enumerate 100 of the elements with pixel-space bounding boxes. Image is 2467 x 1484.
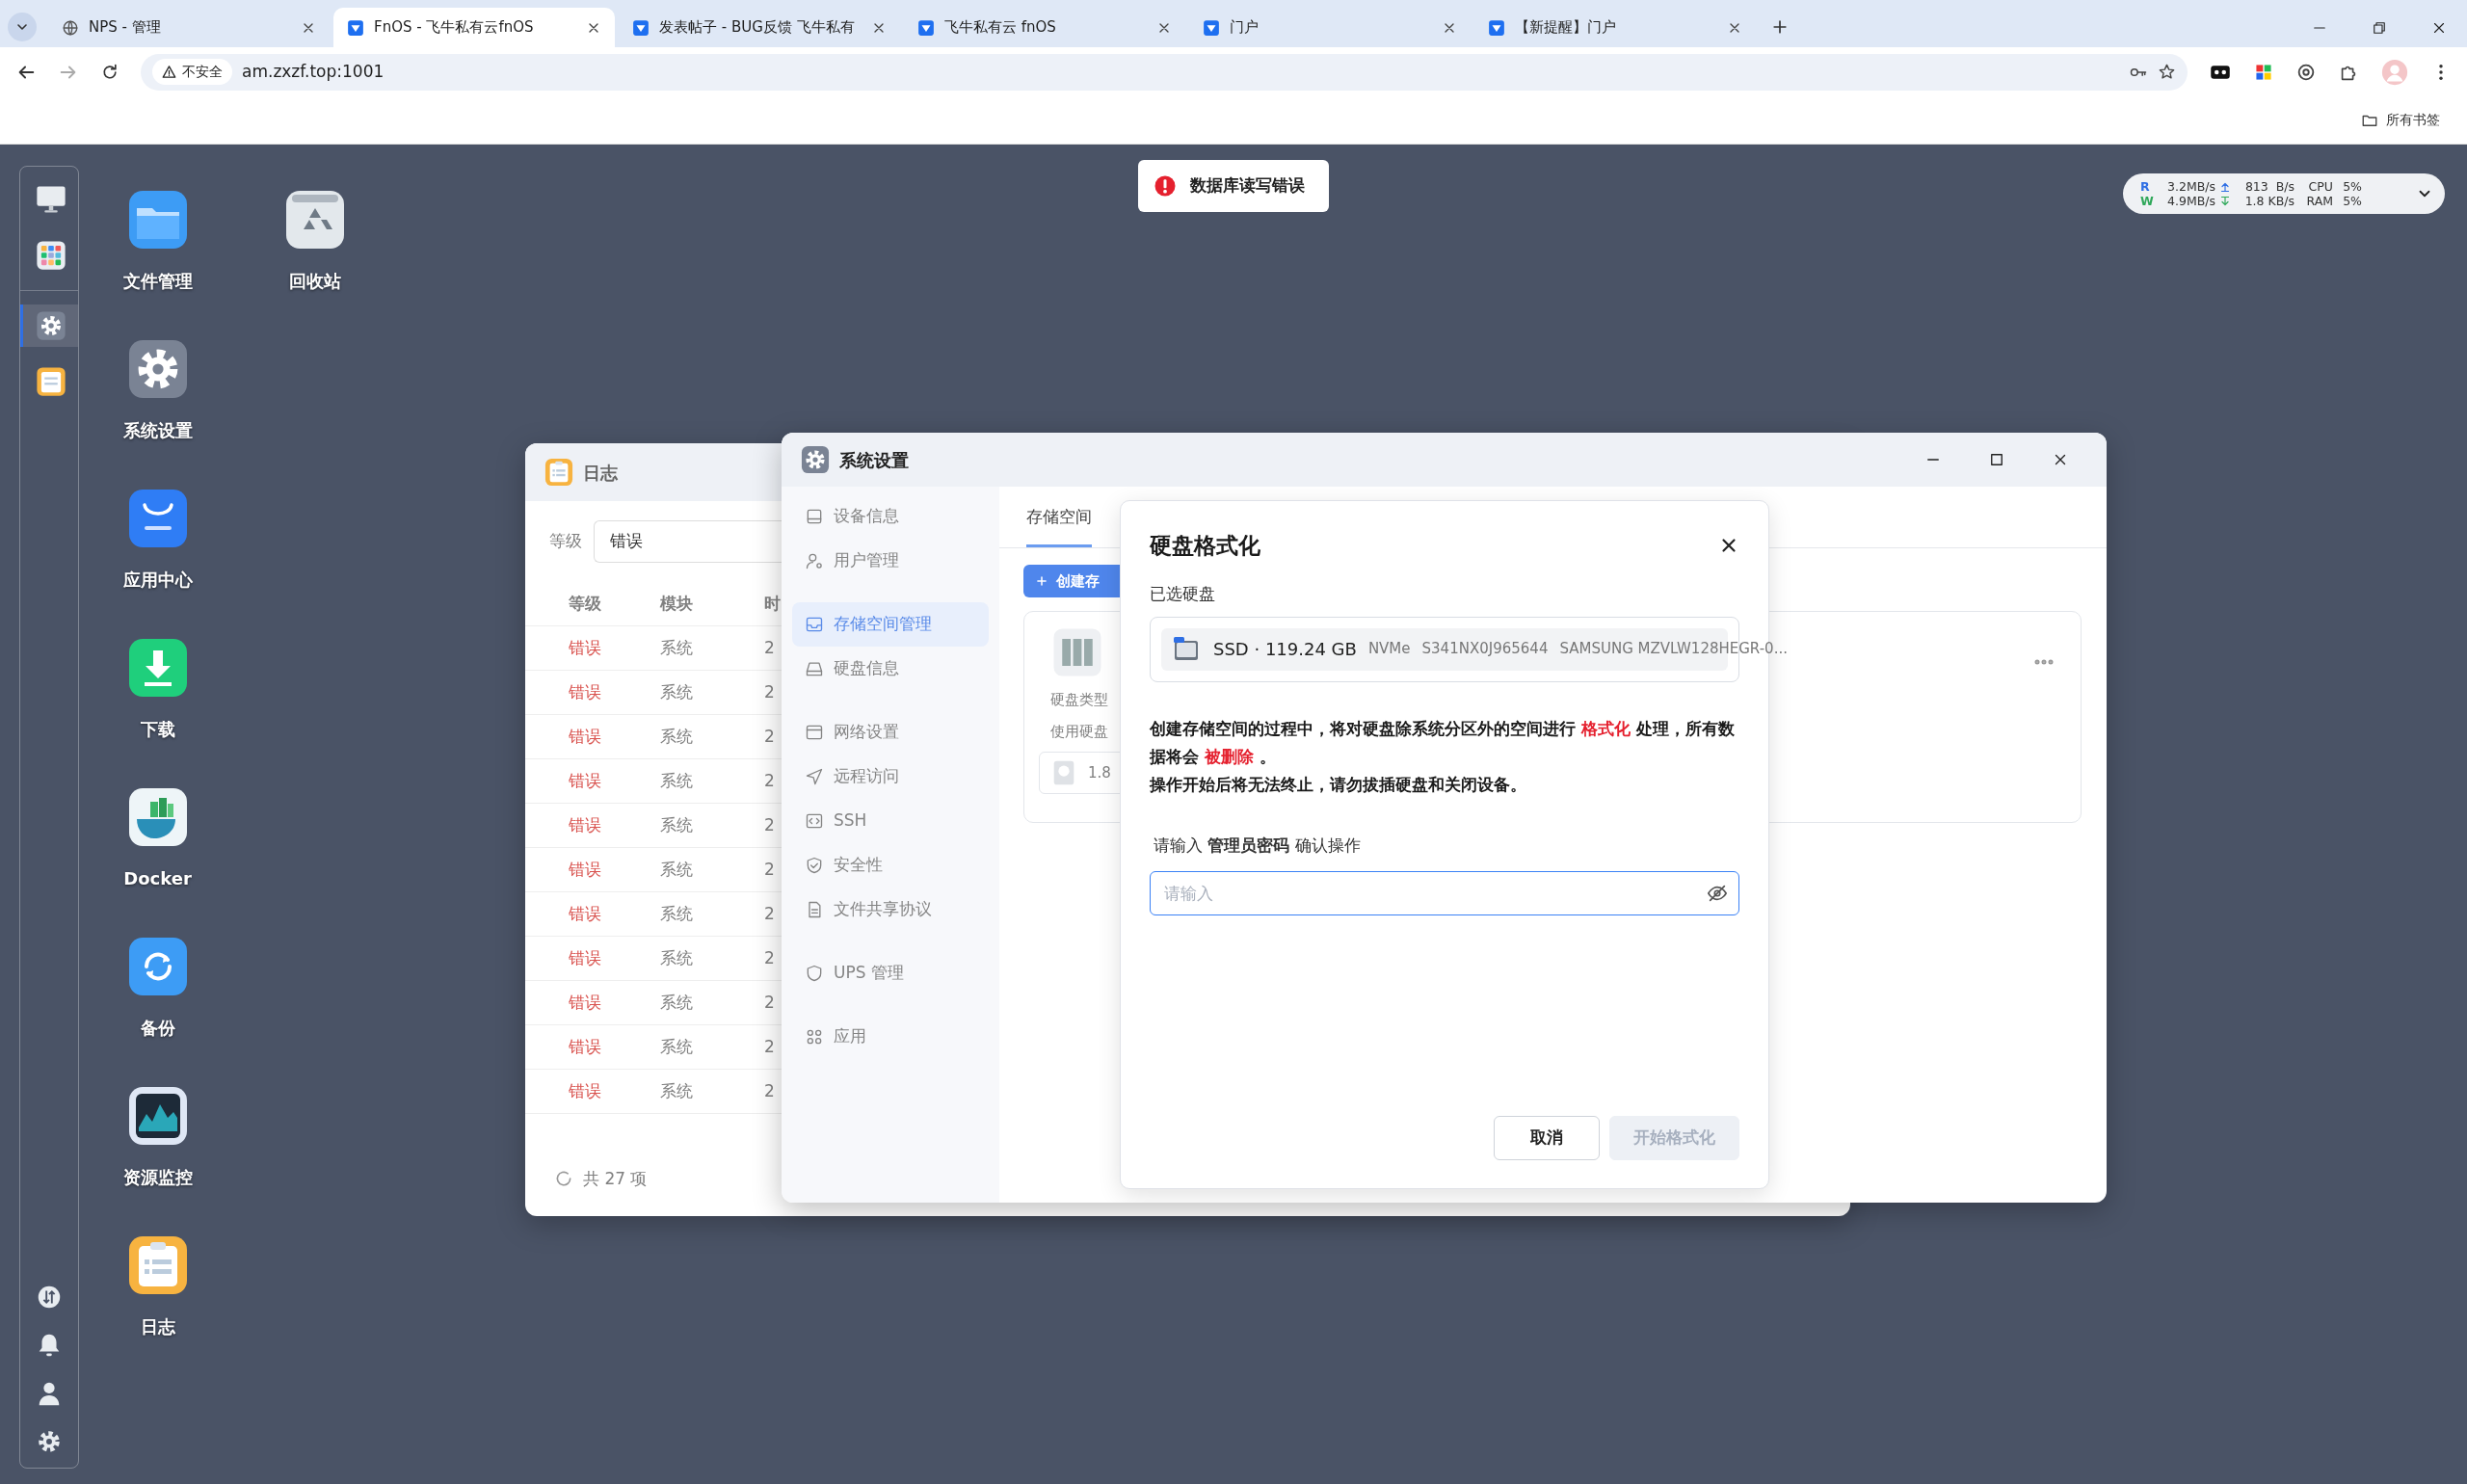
total-count: 共 27 项 [583, 1167, 648, 1190]
table-cell-text: 错误 [569, 991, 602, 1014]
disk-speed: 3.2MB/s [2166, 179, 2215, 194]
disk-size: 1.8 [1088, 762, 1111, 783]
bookmarks-folder[interactable]: 所有书签 [2355, 109, 2446, 131]
browser-tab[interactable]: NPS - 管理 [48, 8, 330, 47]
globe-icon [62, 18, 79, 37]
browser-tab[interactable]: 发表帖子 - BUG反馈 飞牛私有 [619, 8, 900, 47]
table-cell-text: 错误 [569, 1035, 602, 1058]
tab-search-button[interactable] [8, 13, 37, 41]
table-cell-text: 2 [764, 769, 776, 792]
table-cell-text: 系统 [660, 1035, 694, 1058]
browser-tab[interactable]: 飞牛私有云 fnOS [904, 8, 1185, 47]
browser-tab[interactable]: 门户 [1189, 8, 1471, 47]
maximize-icon[interactable] [1988, 451, 2005, 468]
clipboard-icon [544, 458, 573, 487]
sidebar-item[interactable]: 网络设置 [792, 710, 989, 755]
error-toast: 数据库读写错误 [1138, 160, 1329, 212]
table-cell-text: 错误 [569, 636, 602, 659]
table-cell-text: 2 [764, 725, 776, 748]
shield-icon [805, 964, 824, 983]
sidebar-item[interactable]: 文件共享协议 [792, 888, 989, 932]
metric-label: RAM [2305, 194, 2333, 208]
column-header: 模块 [660, 592, 694, 615]
upload-icon [2219, 180, 2231, 193]
column-header: 等级 [569, 592, 602, 615]
table-cell-text: 2 [764, 636, 776, 659]
desktop-shortcut[interactable]: 文件管理 [79, 189, 236, 295]
desktop-shortcut[interactable]: 日志 [79, 1234, 236, 1340]
folder-icon [126, 189, 189, 251]
sidebar-item[interactable]: 设备信息 [792, 494, 989, 539]
tab[interactable]: 存储空间 [1026, 504, 1092, 547]
net-speed: 813 B/s [2243, 179, 2295, 194]
url-text: am.zxzf.top:1001 [242, 60, 385, 83]
table-cell-text: 系统 [660, 636, 694, 659]
dock-item[interactable] [20, 305, 78, 347]
table-cell-text: 错误 [569, 858, 602, 881]
stat-label: W [2140, 194, 2155, 208]
table-cell-text: 2 [764, 1079, 776, 1102]
clipboard-icon [126, 1234, 189, 1296]
metric-label: CPU [2307, 179, 2333, 194]
sidebar-item[interactable]: 安全性 [792, 843, 989, 888]
table-cell-text: 错误 [569, 769, 602, 792]
window-icon [805, 723, 824, 742]
password-prompt: 请输入 管理员密码 确认操作 [1153, 834, 1362, 857]
refresh-icon[interactable] [554, 1169, 573, 1189]
type-label: 硬盘类型 [1050, 690, 1108, 710]
column-header: 时 [764, 592, 782, 615]
grid-icon [805, 1027, 824, 1047]
table-cell-text: 错误 [569, 1079, 602, 1102]
security-chip[interactable]: 不安全 [152, 59, 232, 85]
gear-icon [801, 445, 830, 474]
password-field[interactable]: 请输入 [1150, 871, 1739, 915]
filter-field[interactable]: 错误 [594, 520, 782, 563]
table-cell-text: 2 [764, 858, 776, 881]
desktop-shortcut[interactable]: 资源监控 [79, 1085, 236, 1191]
browser-tab[interactable]: FnOS - 飞牛私有云fnOS [333, 8, 615, 47]
sidebar-item[interactable]: 用户管理 [792, 539, 989, 583]
desktop-shortcut[interactable]: 下载 [79, 637, 236, 743]
shopping-bag-icon [126, 488, 189, 549]
table-cell-text: 2 [764, 1035, 776, 1058]
table-cell-text: 2 [764, 902, 776, 925]
table-cell-text: 系统 [660, 1079, 694, 1102]
table-cell-text: 2 [764, 813, 776, 836]
desktop-shortcut[interactable]: 回收站 [236, 189, 393, 295]
table-cell-text: 错误 [569, 725, 602, 748]
sidebar-item[interactable]: SSH [792, 799, 989, 843]
desktop-shortcut[interactable]: 备份 [79, 936, 236, 1042]
table-cell-text: 系统 [660, 991, 694, 1014]
disk-name: SSD · 119.24 GB [1213, 638, 1357, 661]
warning-text: 操作开始后将无法终止，请勿拔插硬盘和关闭设备。 [1150, 773, 1527, 796]
code-icon [805, 811, 824, 831]
desktop-shortcut[interactable]: 应用中心 [79, 488, 236, 594]
disk-speed: 4.9MB/s [2166, 194, 2215, 208]
table-cell-text: 系统 [660, 858, 694, 881]
sidebar-item[interactable]: 应用 [792, 1015, 989, 1059]
reload-icon[interactable] [100, 62, 119, 82]
table-cell-text: 错误 [569, 902, 602, 925]
sidebar-item[interactable]: 远程访问 [792, 755, 989, 799]
table-cell-text: 系统 [660, 769, 694, 792]
inbox-icon [805, 615, 824, 634]
sidebar-item[interactable]: UPS 管理 [792, 951, 989, 995]
desktop-shortcut[interactable]: 系统设置 [79, 338, 236, 444]
browser-tab[interactable]: 【新提醒】门户 [1474, 8, 1756, 47]
chart-monitor-icon [126, 1085, 189, 1147]
stat-label: R [2140, 179, 2151, 194]
cancel-button[interactable]: 取消 [1494, 1116, 1600, 1160]
send-icon [805, 767, 824, 786]
star-icon[interactable] [2158, 63, 2176, 81]
eye-off-icon[interactable] [1707, 883, 1728, 904]
restore-icon[interactable] [2371, 19, 2388, 37]
table-cell-text: 系统 [660, 680, 694, 703]
shield-check-icon [805, 856, 824, 875]
warning-icon [162, 65, 176, 79]
download-icon [2219, 195, 2231, 207]
error-icon [1154, 174, 1177, 198]
table-cell-text: 错误 [569, 680, 602, 703]
sidebar-item[interactable]: 硬盘信息 [792, 647, 989, 691]
table-cell-text: 错误 [569, 946, 602, 969]
desktop-shortcut[interactable]: Docker [79, 786, 236, 892]
